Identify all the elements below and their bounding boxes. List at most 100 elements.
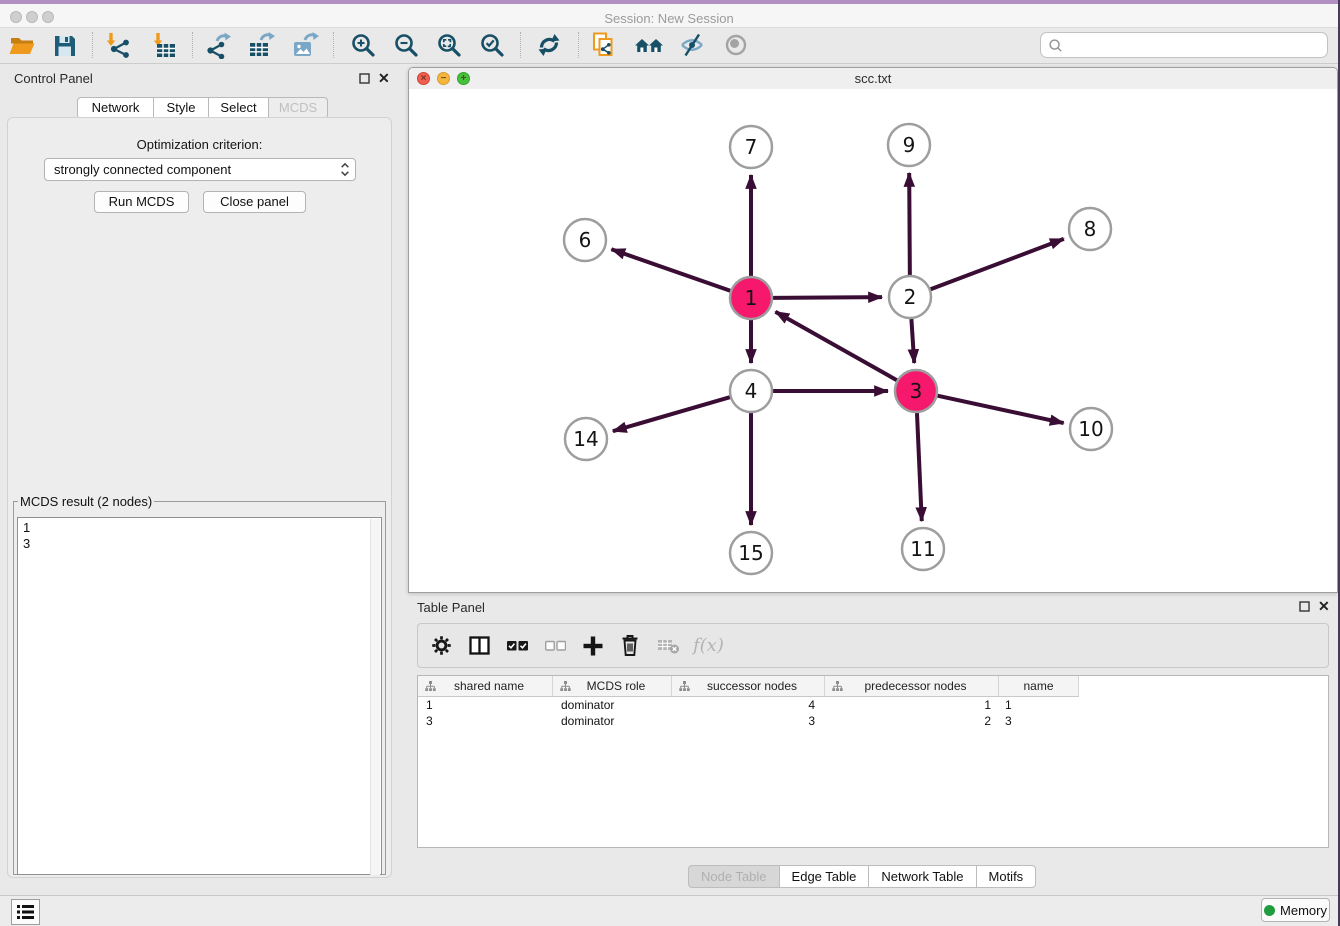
selected-criterion: strongly connected component	[54, 162, 231, 177]
close-table-panel-icon[interactable]: ✕	[1318, 601, 1330, 612]
graph-edge-3-10[interactable]	[937, 396, 1063, 423]
toolbar-separator	[520, 32, 521, 58]
column-header-mcds-role[interactable]: MCDS role	[553, 676, 672, 696]
delete-column-button[interactable]	[620, 634, 640, 657]
function-builder-button[interactable]: f(x)	[693, 635, 724, 656]
float-panel-icon[interactable]	[359, 73, 370, 84]
import-table-button[interactable]	[147, 29, 181, 61]
zoom-out-icon	[393, 32, 420, 59]
home-button[interactable]	[632, 29, 666, 61]
search-input[interactable]	[1063, 34, 1327, 56]
open-folder-icon	[8, 32, 36, 58]
graph-node-label: 3	[910, 379, 923, 403]
tab-select[interactable]: Select	[208, 97, 269, 119]
close-panel-icon[interactable]: ✕	[378, 73, 390, 84]
memory-button[interactable]: Memory	[1261, 898, 1330, 922]
result-scrollbar[interactable]	[370, 519, 380, 875]
zoom-fit-button[interactable]	[432, 29, 466, 61]
open-session-button[interactable]	[5, 29, 39, 61]
close-panel-button[interactable]: Close panel	[203, 191, 306, 213]
column-header-successor-nodes[interactable]: successor nodes	[672, 676, 825, 696]
select-all-button[interactable]	[507, 640, 528, 652]
export-image-button[interactable]	[288, 29, 322, 61]
export-network-icon	[204, 31, 232, 59]
eye-icon	[723, 32, 749, 58]
save-session-button[interactable]	[47, 29, 81, 61]
graph-node-label: 15	[738, 541, 763, 565]
table-cell[interactable]: 4	[672, 698, 825, 712]
table-body: 1dominator4113dominator323	[418, 697, 1328, 729]
table-cell[interactable]: 1	[999, 698, 1079, 712]
show-panel-button[interactable]	[719, 29, 753, 61]
tab-network-table[interactable]: Network Table	[868, 865, 976, 888]
copy-network-button[interactable]	[587, 29, 621, 61]
tab-mcds[interactable]: MCDS	[268, 97, 328, 119]
zoom-fit-icon	[436, 32, 463, 59]
add-column-button[interactable]	[583, 636, 603, 656]
deselect-all-button[interactable]	[545, 640, 566, 652]
tab-network[interactable]: Network	[77, 97, 154, 119]
delete-table-button[interactable]	[657, 636, 680, 655]
table-cell[interactable]: 1	[418, 698, 553, 712]
graph-edge-2-9[interactable]	[909, 173, 910, 275]
window-title: Session: New Session	[0, 8, 1338, 30]
table-cell[interactable]: dominator	[553, 714, 672, 728]
status-bar: Memory	[0, 895, 1338, 926]
column-header-predecessor-nodes[interactable]: predecessor nodes	[825, 676, 999, 696]
table-cell[interactable]: dominator	[553, 698, 672, 712]
table-tabs: Node Table Edge Table Network Table Moti…	[688, 865, 1036, 888]
search-box[interactable]	[1040, 32, 1328, 58]
mcds-result-item[interactable]: 3	[23, 536, 381, 552]
graph-edge-1-2[interactable]	[773, 297, 882, 298]
network-window-title: scc.txt	[409, 68, 1337, 89]
tab-edge-table[interactable]: Edge Table	[779, 865, 870, 888]
graph-edge-3-1[interactable]	[775, 312, 896, 380]
export-network-button[interactable]	[201, 29, 235, 61]
table-cell[interactable]: 3	[999, 714, 1079, 728]
task-history-button[interactable]	[11, 899, 40, 925]
toolbar-separator	[192, 32, 193, 58]
column-header-shared-name[interactable]: shared name	[418, 676, 553, 696]
tab-motifs[interactable]: Motifs	[976, 865, 1037, 888]
table-row[interactable]: 1dominator411	[418, 697, 1328, 713]
apply-layout-button[interactable]	[532, 29, 566, 61]
table-row[interactable]: 3dominator323	[418, 713, 1328, 729]
network-canvas[interactable]: 7968124314101511	[409, 89, 1337, 592]
mcds-result-list[interactable]: 13	[17, 517, 382, 875]
table-cell[interactable]: 2	[825, 714, 999, 728]
main-toolbar	[0, 28, 1338, 64]
hierarchy-icon	[679, 681, 690, 692]
run-mcds-button[interactable]: Run MCDS	[94, 191, 189, 213]
table-settings-button[interactable]	[431, 635, 452, 656]
graph-edge-2-3[interactable]	[911, 319, 914, 363]
export-table-button[interactable]	[244, 29, 278, 61]
table-cell[interactable]: 1	[825, 698, 999, 712]
hide-panel-button[interactable]	[675, 29, 709, 61]
tab-node-table[interactable]: Node Table	[688, 865, 780, 888]
network-graph[interactable]: 7968124314101511	[409, 89, 1337, 592]
optimization-criterion-select[interactable]: strongly connected component	[44, 158, 356, 181]
gear-icon	[431, 635, 452, 656]
save-disk-icon	[52, 33, 77, 58]
toggle-columns-button[interactable]	[469, 636, 490, 655]
hierarchy-icon	[425, 681, 436, 692]
columns-icon	[469, 636, 490, 655]
zoom-in-button[interactable]	[346, 29, 380, 61]
graph-edge-1-6[interactable]	[611, 249, 730, 291]
table-cell[interactable]: 3	[672, 714, 825, 728]
import-network-button[interactable]	[101, 29, 135, 61]
table-cell[interactable]: 3	[418, 714, 553, 728]
mcds-result-item[interactable]: 1	[23, 520, 381, 536]
graph-edge-4-14[interactable]	[613, 397, 730, 431]
zoom-selected-button[interactable]	[475, 29, 509, 61]
column-header-name[interactable]: name	[999, 676, 1079, 696]
delete-table-icon	[657, 636, 680, 655]
zoom-out-button[interactable]	[389, 29, 423, 61]
graph-edge-2-8[interactable]	[931, 239, 1064, 289]
graph-node-label: 6	[579, 228, 592, 252]
hierarchy-icon	[832, 681, 843, 692]
float-table-panel-icon[interactable]	[1299, 601, 1310, 612]
graph-edge-3-11[interactable]	[917, 413, 922, 521]
mcds-result-title: MCDS result (2 nodes)	[18, 494, 154, 509]
tab-style[interactable]: Style	[153, 97, 209, 119]
